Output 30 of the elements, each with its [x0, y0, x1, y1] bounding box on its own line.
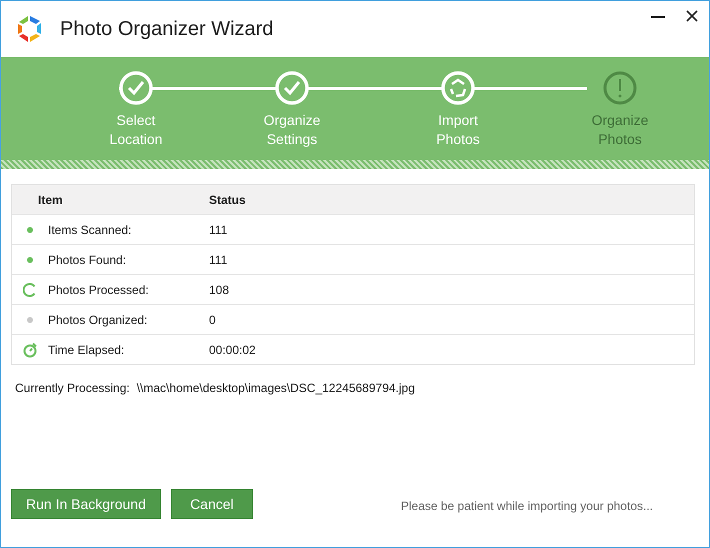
table-cell-text: Photos Found:: [48, 252, 128, 266]
table-cell-text: Items Scanned:: [48, 222, 132, 236]
column-header: Status: [209, 192, 246, 206]
step-label: Organize Photos: [590, 111, 650, 149]
table-cell: 108: [209, 282, 230, 296]
file-path: \\mac\home\desktop\images\DSC_12245689794.jpg: [136, 381, 415, 395]
step-label: Select Location: [108, 111, 164, 149]
step-label: Organize Settings: [262, 111, 322, 149]
window-title: Photo Organizer Wizard: [60, 18, 274, 40]
column-header: Item: [37, 192, 64, 206]
timer-icon: [22, 342, 38, 358]
status-dot-icon: [27, 256, 33, 262]
current-label: Currently Processing:: [15, 381, 130, 395]
step-label: Import Photos: [435, 111, 481, 149]
table-cell: 111: [209, 252, 228, 266]
status-text: Please be patient while importing your photos...: [400, 499, 653, 513]
status-dot-icon: [27, 316, 33, 322]
table-cell-text: Time Elapsed:: [48, 342, 126, 356]
status-dot-icon: [27, 226, 33, 232]
exclamation-circle-icon: [603, 71, 637, 105]
footer-button[interactable]: Cancel: [170, 489, 253, 519]
table-cell-text: Photos Processed:: [48, 282, 150, 296]
table-cell: 111: [209, 222, 228, 236]
table-cell: 00:00:02: [209, 342, 256, 356]
app-logo-icon: [16, 15, 44, 43]
table-cell-text: Photos Organized:: [48, 312, 148, 326]
close-icon[interactable]: [686, 10, 698, 22]
spinner-icon: [23, 282, 37, 296]
table-cell: 0: [209, 312, 216, 326]
footer-button[interactable]: Run In Background: [11, 489, 161, 519]
